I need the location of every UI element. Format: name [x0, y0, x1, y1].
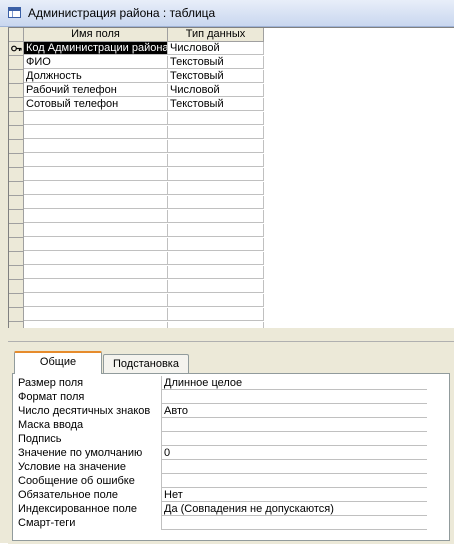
table-icon [8, 7, 21, 18]
property-label: Формат поля [18, 391, 85, 403]
row-selector[interactable] [9, 182, 24, 196]
row-selector[interactable] [9, 322, 24, 328]
property-value-field[interactable]: Нет [161, 488, 427, 502]
field-name-cell[interactable] [24, 266, 168, 279]
row-selector[interactable] [9, 210, 24, 224]
row-selector[interactable] [9, 140, 24, 154]
tab-lookup[interactable]: Подстановка [103, 354, 189, 373]
data-type-cell[interactable]: Числовой [168, 42, 264, 55]
data-type-cell[interactable] [168, 126, 264, 139]
property-value-field[interactable] [161, 460, 427, 474]
data-type-cell[interactable] [168, 322, 264, 328]
primary-key-icon [11, 44, 22, 53]
property-value-field[interactable]: Да (Совпадения не допускаются) [161, 502, 427, 516]
data-type-cell[interactable]: Текстовый [168, 56, 264, 69]
row-selector[interactable] [9, 154, 24, 168]
property-label: Число десятичных знаков [18, 405, 151, 417]
property-value-field[interactable] [161, 516, 427, 530]
row-selector[interactable] [9, 126, 24, 140]
field-name-cell[interactable]: Должность [24, 70, 168, 83]
data-type-cell[interactable] [168, 294, 264, 307]
data-type-cell[interactable] [168, 112, 264, 125]
property-label: Значение по умолчанию [18, 447, 143, 459]
data-type-cell[interactable]: Числовой [168, 84, 264, 97]
field-name-cell[interactable]: Рабочий телефон [24, 84, 168, 97]
row-selector[interactable] [9, 252, 24, 266]
field-properties-area: Общие Подстановка Размер поля Длинное цел… [8, 341, 454, 544]
data-type-cell[interactable] [168, 154, 264, 167]
properties-panel: Размер поля Длинное целое Формат поля Число… [12, 373, 450, 541]
field-name-cell[interactable] [24, 294, 168, 307]
row-selector[interactable] [9, 238, 24, 252]
field-grid: Имя поля Тип данных Код Администрации ра… [8, 27, 454, 328]
row-selector[interactable] [9, 70, 24, 84]
row-selector[interactable] [9, 42, 24, 56]
column-header-data-type[interactable]: Тип данных [168, 28, 264, 42]
field-name-cell[interactable] [24, 252, 168, 265]
row-selector[interactable] [9, 280, 24, 294]
table-design-window: Администрация района : таблица Имя поля … [0, 0, 454, 544]
property-value-field[interactable]: Авто [161, 404, 427, 418]
row-selector[interactable] [9, 112, 24, 126]
row-selector[interactable] [9, 294, 24, 308]
field-name-cell[interactable] [24, 322, 168, 328]
property-value-field[interactable] [161, 418, 427, 432]
row-selector[interactable] [9, 196, 24, 210]
data-type-cell[interactable] [168, 182, 264, 195]
property-label: Обязательное поле [18, 489, 119, 501]
data-type-cell[interactable] [168, 140, 264, 153]
property-value-field[interactable]: 0 [161, 446, 427, 460]
property-value-field[interactable] [161, 432, 427, 446]
data-type-cell[interactable] [168, 252, 264, 265]
row-selector[interactable] [9, 84, 24, 98]
data-type-cell[interactable] [168, 308, 264, 321]
tab-general[interactable]: Общие [14, 351, 102, 374]
property-label: Размер поля [18, 377, 84, 389]
data-type-cell[interactable] [168, 238, 264, 251]
property-value-field[interactable]: Длинное целое [161, 376, 427, 390]
corner-header[interactable] [9, 28, 24, 42]
row-selector[interactable] [9, 56, 24, 70]
property-label: Маска ввода [18, 419, 84, 431]
data-type-cell[interactable] [168, 168, 264, 181]
data-type-cell[interactable]: Текстовый [168, 98, 264, 111]
field-name-cell[interactable]: Сотовый телефон [24, 98, 168, 111]
property-value-field[interactable] [161, 390, 427, 404]
field-name-cell[interactable] [24, 238, 168, 251]
property-label: Смарт-теги [18, 517, 76, 529]
data-type-cell[interactable] [168, 196, 264, 209]
window-title: Администрация района : таблица [28, 6, 216, 20]
data-type-cell[interactable] [168, 224, 264, 237]
field-name-cell[interactable] [24, 224, 168, 237]
field-name-cell[interactable] [24, 210, 168, 223]
row-selector[interactable] [9, 266, 24, 280]
field-name-cell[interactable] [24, 154, 168, 167]
field-name-cell[interactable]: Код Администрации района [24, 42, 168, 55]
field-name-cell[interactable] [24, 280, 168, 293]
property-label: Условие на значение [18, 461, 127, 473]
field-name-cell[interactable] [24, 140, 168, 153]
column-header-field-name[interactable]: Имя поля [24, 28, 168, 42]
property-value-field[interactable] [161, 474, 427, 488]
row-selector[interactable] [9, 98, 24, 112]
field-name-cell[interactable] [24, 196, 168, 209]
row-selector[interactable] [9, 224, 24, 238]
field-name-cell[interactable] [24, 168, 168, 181]
field-name-cell[interactable]: ФИО [24, 56, 168, 69]
data-type-cell[interactable] [168, 210, 264, 223]
field-name-cell[interactable] [24, 182, 168, 195]
field-name-cell[interactable] [24, 112, 168, 125]
field-name-cell[interactable] [24, 126, 168, 139]
data-type-cell[interactable]: Текстовый [168, 70, 264, 83]
field-name-cell[interactable] [24, 308, 168, 321]
title-bar[interactable]: Администрация района : таблица [0, 0, 454, 27]
property-label: Сообщение об ошибке [18, 475, 135, 487]
data-type-cell[interactable] [168, 266, 264, 279]
data-type-cell[interactable] [168, 280, 264, 293]
row-selector[interactable] [9, 308, 24, 322]
row-selector[interactable] [9, 168, 24, 182]
property-label: Индексированное поле [18, 503, 137, 515]
property-label: Подпись [18, 433, 62, 445]
